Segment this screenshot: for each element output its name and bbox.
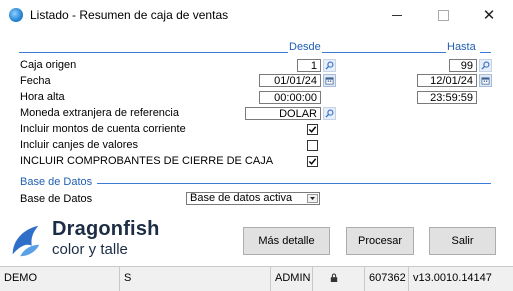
check-icon <box>308 126 317 133</box>
salir-button[interactable]: Salir <box>429 227 496 255</box>
caja-origen-desde-input[interactable]: 1 <box>297 59 321 72</box>
hora-alta-hasta-input[interactable]: 23:59:59 <box>417 91 477 104</box>
moneda-lookup[interactable] <box>323 107 336 120</box>
base-datos-select[interactable]: Base de datos activa <box>186 192 320 205</box>
caja-origen-hasta-input[interactable]: 99 <box>449 59 477 72</box>
search-icon <box>481 61 490 70</box>
checkbox-label-canjes-valores: Incluir canjes de valores <box>20 139 139 151</box>
hasta-divider-end <box>480 52 491 53</box>
caja-origen-hasta-lookup[interactable] <box>479 59 492 72</box>
checkbox-label-cierre-caja: INCLUIR COMPROBANTES DE CIERRE DE CAJA <box>20 155 274 167</box>
status-lock <box>313 267 365 291</box>
hasta-divider <box>322 52 446 53</box>
fecha-label: Fecha <box>20 75 51 87</box>
status-user: ADMIN <box>271 267 313 291</box>
base-datos-section-header: Base de Datos <box>20 176 93 188</box>
fecha-desde-input[interactable]: 01/01/24 <box>259 74 321 87</box>
hora-alta-desde-input[interactable]: 00:00:00 <box>259 91 321 104</box>
search-icon <box>325 61 334 70</box>
checkbox-label-cuenta-corriente: Incluir montos de cuenta corriente <box>20 123 186 135</box>
close-icon: ✕ <box>482 6 496 24</box>
minimize-icon <box>392 14 402 16</box>
fecha-desde-calendar[interactable] <box>323 74 336 87</box>
dragonfish-logo-icon <box>12 225 40 257</box>
hora-alta-label: Hora alta <box>20 91 65 103</box>
app-icon <box>9 8 23 22</box>
fecha-hasta-calendar[interactable] <box>479 74 492 87</box>
moneda-label: Moneda extranjera de referencia <box>20 107 179 119</box>
checkbox-canjes-valores[interactable] <box>307 140 318 151</box>
brand-tagline: color y talle <box>52 241 128 258</box>
maximize-icon <box>437 9 449 21</box>
base-datos-selected-value: Base de datos activa <box>190 192 293 204</box>
title-bar: Listado - Resumen de caja de ventas ✕ <box>0 0 513 30</box>
caja-origen-label: Caja origen <box>20 59 77 71</box>
checkbox-cuenta-corriente[interactable] <box>307 124 318 135</box>
search-icon <box>325 109 334 118</box>
mas-detalle-button[interactable]: Más detalle <box>243 227 330 255</box>
moneda-input[interactable]: DOLAR <box>245 107 321 120</box>
window-title: Listado - Resumen de caja de ventas <box>30 8 229 22</box>
hasta-header: Hasta <box>447 41 476 53</box>
status-database: DEMO <box>0 267 120 291</box>
checkbox-cierre-caja[interactable] <box>307 156 318 167</box>
calendar-icon <box>325 77 334 85</box>
dropdown-arrow-icon[interactable] <box>307 194 318 203</box>
fecha-hasta-input[interactable]: 12/01/24 <box>417 74 477 87</box>
desde-divider <box>19 52 288 53</box>
caja-origen-desde-lookup[interactable] <box>323 59 336 72</box>
status-bar: DEMO S ADMIN 607362 v13.0010.14147 <box>0 266 513 291</box>
base-datos-label: Base de Datos <box>20 193 93 205</box>
check-icon <box>308 158 317 165</box>
base-datos-divider <box>97 183 491 184</box>
minimize-button[interactable] <box>374 0 420 30</box>
calendar-icon <box>481 77 490 85</box>
brand-name: Dragonfish <box>52 218 160 240</box>
status-serial: 607362 <box>365 267 409 291</box>
status-mode: S <box>120 267 271 291</box>
procesar-button[interactable]: Procesar <box>346 227 414 255</box>
desde-header: Desde <box>289 41 321 53</box>
lock-icon <box>330 273 338 282</box>
close-button[interactable]: ✕ <box>466 0 512 30</box>
maximize-button[interactable] <box>420 0 466 30</box>
status-version: v13.0010.14147 <box>413 272 492 284</box>
